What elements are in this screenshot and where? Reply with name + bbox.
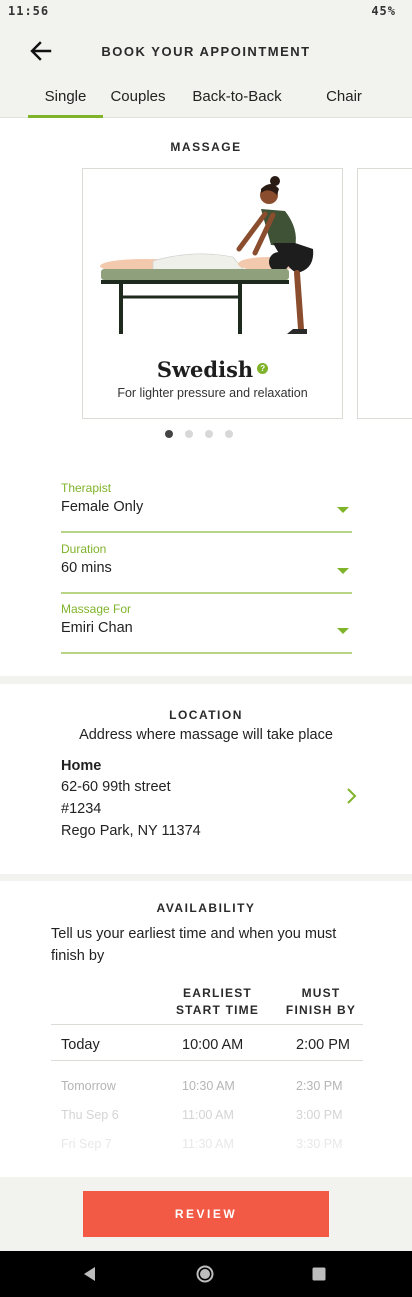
must-finish-header-line2: FINISH BY [285, 1003, 357, 1017]
row-end: 2:30 PM [296, 1079, 343, 1093]
carousel-dot[interactable] [185, 430, 193, 438]
row-start: 10:00 AM [182, 1037, 244, 1053]
massage-section-title: MASSAGE [170, 140, 242, 154]
tab-chair[interactable]: Chair [320, 88, 368, 118]
address-line-2: #1234 [61, 801, 102, 817]
must-finish-header-line1: MUST [301, 986, 341, 1000]
massage-illustration [100, 176, 314, 334]
availability-section: AVAILABILITY Tell us your earliest time … [0, 881, 412, 1177]
availability-section-title: AVAILABILITY [156, 901, 256, 915]
nav-recents-icon[interactable] [309, 1264, 329, 1284]
availability-subtitle: Tell us your earliest time and when you … [51, 926, 337, 964]
therapist-label: Therapist [61, 481, 112, 495]
table-divider [51, 1060, 363, 1061]
location-section: LOCATION Address where massage will take… [0, 684, 412, 874]
availability-row[interactable]: Tomorrow 10:30 AM 2:30 PM [51, 1079, 363, 1107]
caret-down-icon [337, 568, 349, 574]
row-day: Fri Sep 7 [61, 1137, 112, 1151]
status-bar: 11:56 45% [0, 0, 412, 24]
location-section-title: LOCATION [169, 708, 243, 722]
massage-name: Swedish? [83, 357, 342, 382]
carousel-dot[interactable] [205, 430, 213, 438]
carousel-dot[interactable] [165, 430, 173, 438]
row-start: 11:00 AM [182, 1108, 234, 1122]
row-end: 2:00 PM [296, 1037, 350, 1053]
nav-home-icon[interactable] [195, 1264, 215, 1284]
massage-for-value: Emiri Chan [61, 620, 133, 636]
massage-for-label: Massage For [61, 602, 132, 616]
therapist-select[interactable]: Therapist Female Only [61, 481, 352, 533]
duration-select[interactable]: Duration 60 mins [61, 542, 352, 594]
massage-description: For lighter pressure and relaxation [117, 386, 308, 400]
status-battery: 45% [371, 4, 396, 18]
tab-couples[interactable]: Couples [105, 88, 171, 118]
booking-type-tabs: Single Couples Back-to-Back Chair [0, 80, 412, 118]
row-day: Thu Sep 6 [61, 1108, 119, 1122]
tab-back-to-back[interactable]: Back-to-Back [190, 88, 284, 118]
earliest-start-header-line1: EARLIEST [183, 986, 252, 1000]
earliest-start-header-line2: START TIME [175, 1003, 260, 1017]
availability-row[interactable]: Fri Sep 7 11:30 AM 3:30 PM [51, 1137, 363, 1151]
row-end: 3:00 PM [296, 1108, 343, 1122]
nav-back-icon[interactable] [80, 1264, 100, 1284]
availability-row[interactable]: Thu Sep 6 11:00 AM 3:00 PM [51, 1108, 363, 1136]
row-day: Today [61, 1037, 100, 1053]
table-divider [51, 1024, 363, 1025]
row-start: 11:30 AM [182, 1137, 234, 1151]
therapist-value: Female Only [61, 499, 144, 515]
review-button[interactable]: REVIEW [83, 1191, 329, 1237]
location-subtitle: Address where massage will take place [79, 727, 333, 743]
address-name: Home [61, 758, 102, 774]
must-finish-header: MUST FINISH BY [280, 985, 362, 1019]
row-start: 10:30 AM [182, 1079, 235, 1093]
address-line-3: Rego Park, NY 11374 [61, 823, 201, 839]
row-end: 3:30 PM [296, 1137, 343, 1151]
massage-section: MASSAGE Swedish? For lighter pressure an… [0, 118, 412, 676]
massage-name-text: Swedish [156, 357, 254, 382]
address-line-1: 62-60 99th street [61, 779, 171, 795]
app-header: BOOK YOUR APPOINTMENT [0, 24, 412, 80]
duration-value: 60 mins [61, 560, 112, 576]
caret-down-icon [337, 507, 349, 513]
info-icon[interactable]: ? [257, 363, 269, 374]
carousel-dot[interactable] [225, 430, 233, 438]
massage-for-select[interactable]: Massage For Emiri Chan [61, 602, 352, 654]
carousel-indicator [0, 430, 412, 440]
status-time: 11:56 [8, 4, 50, 18]
massage-option-card[interactable]: Swedish? For lighter pressure and relaxa… [82, 168, 343, 419]
caret-down-icon [337, 628, 349, 634]
system-nav-bar [0, 1251, 412, 1297]
duration-label: Duration [61, 542, 107, 556]
massage-option-card-next[interactable] [357, 168, 412, 419]
page-title: BOOK YOUR APPOINTMENT [101, 44, 311, 59]
tab-single[interactable]: Single [28, 88, 103, 118]
chevron-right-icon [347, 788, 357, 804]
row-day: Tomorrow [61, 1079, 116, 1093]
earliest-start-header: EARLIEST START TIME [170, 985, 265, 1019]
address-row[interactable]: Home 62-60 99th street #1234 Rego Park, … [61, 756, 361, 846]
